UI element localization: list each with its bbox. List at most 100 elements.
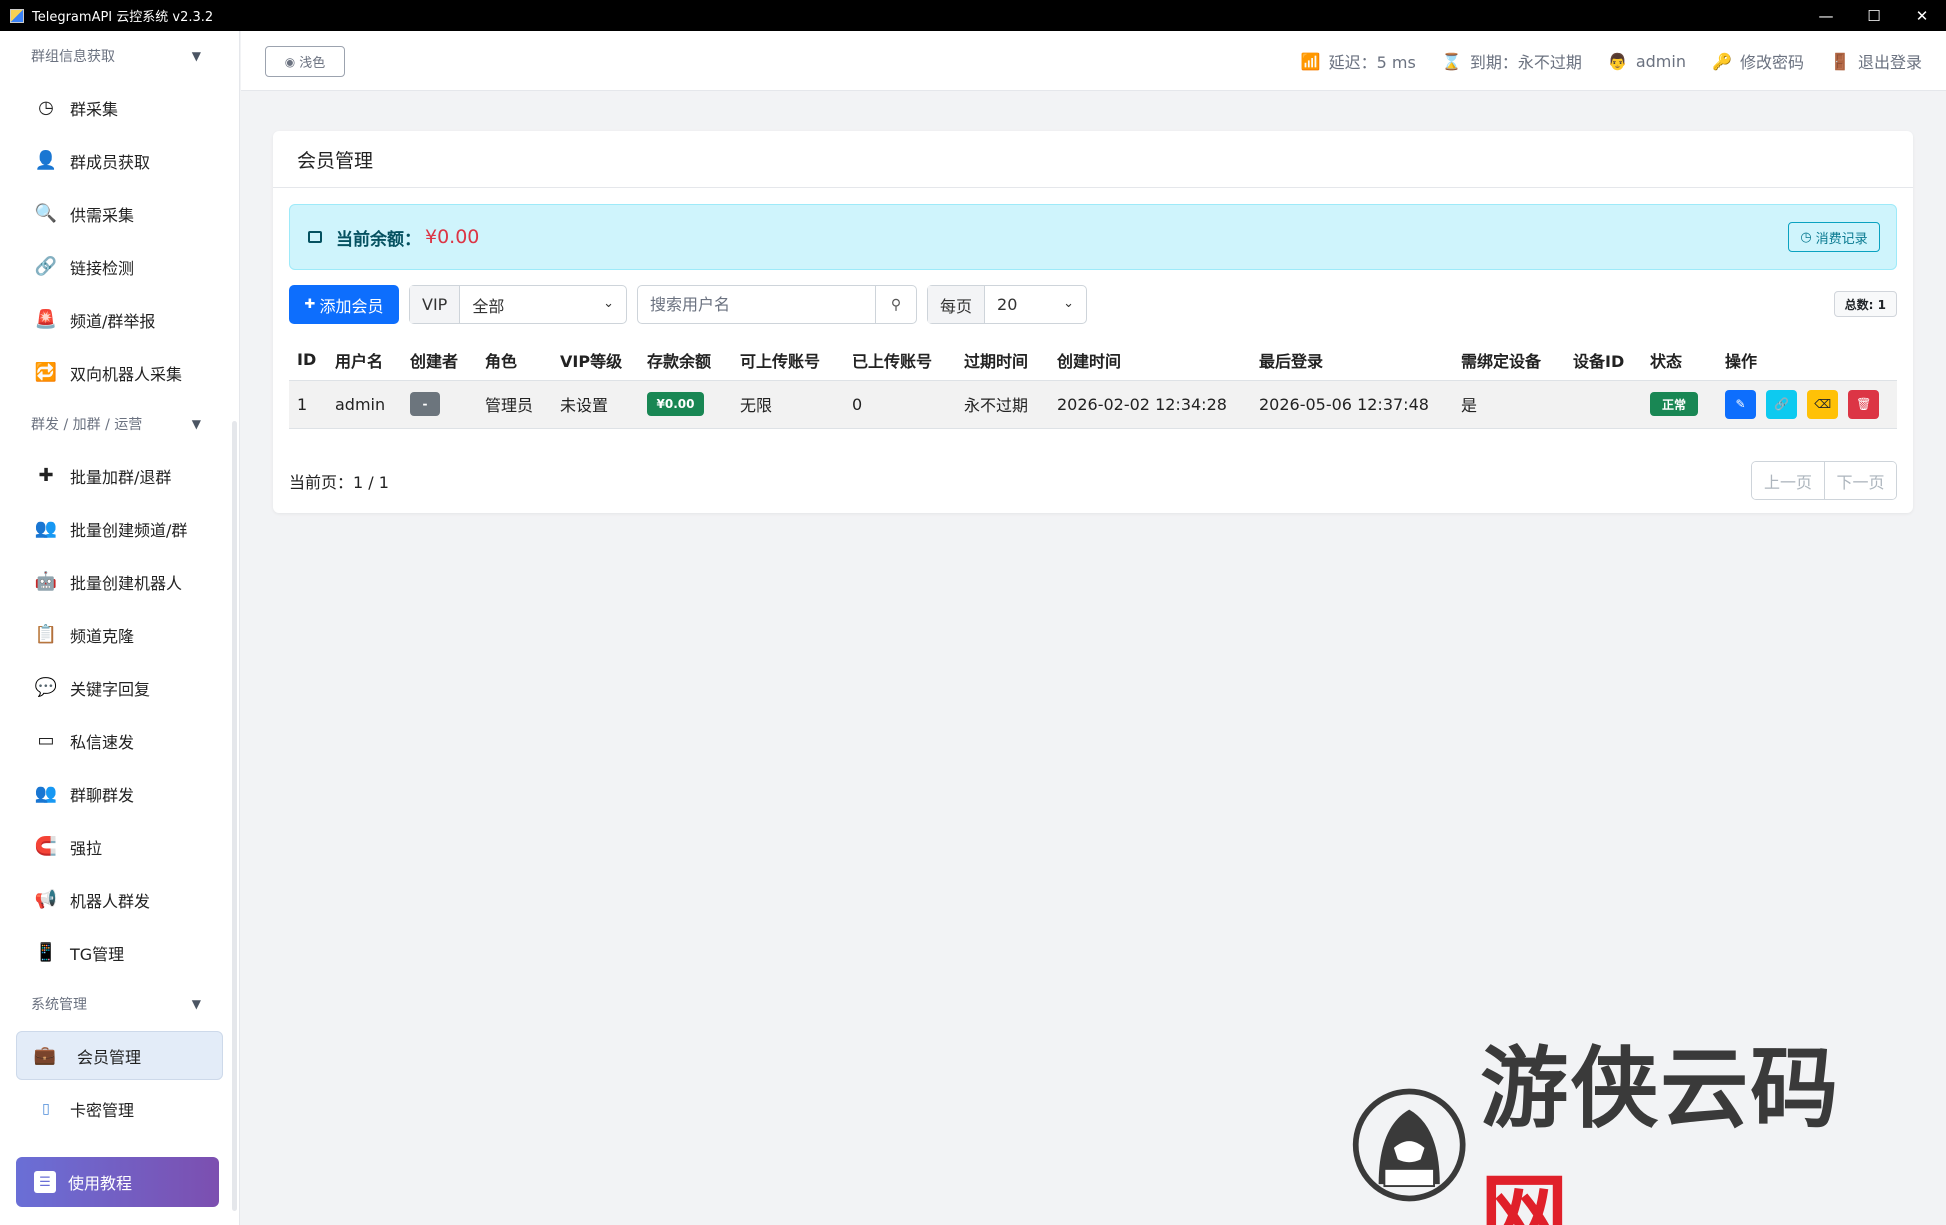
per-page-value: 20	[997, 295, 1018, 314]
sidebar-item-dm-send[interactable]: ▭ 私信速发	[0, 714, 239, 767]
per-page-label: 每页	[928, 286, 986, 323]
sidebar-item-group-broadcast[interactable]: 👥 群聊群发	[0, 767, 239, 820]
members-table: ID 用户名 创建者 角色 VIP等级 存款余额 可上传账号 已上传账号 过期时…	[289, 340, 1897, 429]
vip-filter-label: VIP	[410, 286, 461, 323]
member-management-card: 会员管理 当前余额： ¥0.00 ◷ 消费记录 ✚ 添加会员 VIP 全部 ⌄ …	[273, 131, 1913, 513]
col-role: 角色	[477, 340, 552, 381]
consumption-records-button[interactable]: ◷ 消费记录	[1788, 222, 1880, 252]
sidebar-scrollbar[interactable]	[232, 421, 237, 1211]
search-button[interactable]: ⚲	[876, 286, 916, 323]
sidebar-item-label: 卡密管理	[70, 1100, 135, 1120]
col-id: ID	[289, 340, 327, 381]
sidebar-item-bot-broadcast[interactable]: 📢 机器人群发	[0, 873, 239, 926]
vip-select[interactable]: 全部 ⌄	[460, 286, 626, 323]
toolbar: ✚ 添加会员 VIP 全部 ⌄ ⚲ 每页 20 ⌄ 总数: 1	[289, 285, 1897, 325]
tutorial-button[interactable]: ☰ 使用教程	[16, 1157, 219, 1207]
sidebar-item-supply-collect[interactable]: 🔍 供需采集	[0, 187, 239, 240]
link-button[interactable]: 🔗	[1766, 389, 1798, 419]
sidebar-item-batch-join[interactable]: ✚ 批量加群/退群	[0, 449, 239, 502]
businessman-icon: 💼	[33, 1045, 57, 1066]
window-titlebar: TelegramAPI 云控系统 v2.3.2 — ☐ ✕	[0, 0, 1946, 31]
balance-alert: 当前余额： ¥0.00 ◷ 消费记录	[289, 204, 1897, 270]
sidebar-section-system[interactable]: 系统管理 ▼	[0, 979, 239, 1029]
reset-button[interactable]: ⌫	[1807, 389, 1839, 419]
top-header: ◉ 浅色 📶 延迟：5 ms ⌛ 到期：永不过期 👨 admin 🔑 修改密码 …	[241, 31, 1946, 91]
maximize-icon[interactable]: ☐	[1850, 0, 1898, 31]
per-page-select[interactable]: 20 ⌄	[985, 286, 1086, 323]
latency-indicator: 📶 延迟：5 ms	[1301, 49, 1416, 73]
edit-button[interactable]: ✎	[1725, 389, 1756, 419]
sidebar-item-keyword-reply[interactable]: 💬 关键字回复	[0, 661, 239, 714]
sidebar-item-label: TG管理	[70, 944, 125, 964]
cell-can-upload: 无限	[732, 380, 844, 429]
cell-creator: -	[402, 380, 477, 429]
magnet-icon: 🧲	[34, 836, 58, 857]
signal-icon: 📶	[1300, 51, 1321, 71]
minimize-icon[interactable]: —	[1802, 0, 1850, 31]
sidebar-item-bot-collect[interactable]: 🔁 双向机器人采集	[0, 346, 239, 399]
sidebar-item-channel-clone[interactable]: 📋 频道克隆	[0, 608, 239, 661]
history-icon: ◷	[1800, 229, 1812, 245]
creator-badge: -	[410, 392, 440, 416]
user-avatar-icon: 👨	[1607, 51, 1628, 71]
search-input[interactable]	[638, 286, 876, 323]
consumption-records-label: 消费记录	[1815, 231, 1868, 247]
caret-down-icon: ▼	[191, 997, 201, 1011]
door-icon: 🚪	[1830, 51, 1850, 71]
eraser-icon: ⌫	[1814, 397, 1832, 411]
logout-link[interactable]: 🚪 退出登录	[1830, 49, 1922, 73]
cell-actions: ✎ 🔗 ⌫ 🗑	[1717, 380, 1897, 429]
deposit-badge: ¥0.00	[647, 392, 704, 416]
repeat-icon: 🔁	[34, 362, 58, 383]
sidebar-item-label: 批量加群/退群	[70, 467, 172, 487]
close-icon[interactable]: ✕	[1898, 0, 1946, 31]
clipboard-icon: 📋	[34, 624, 58, 645]
wallet-icon	[308, 231, 322, 243]
user-icon: 👤	[34, 150, 58, 171]
clock-icon: ◷	[38, 97, 54, 118]
watermark-main: 游侠云码	[1480, 1037, 1841, 1140]
chevron-down-icon: ⌄	[603, 296, 614, 311]
trash-icon: 🗑	[1856, 397, 1872, 411]
balance-label: 当前余额：	[336, 229, 421, 250]
username-text: admin	[1635, 51, 1686, 71]
sidebar-item-card-manage[interactable]: ▯ 卡密管理	[0, 1082, 239, 1135]
col-actions: 操作	[1717, 340, 1897, 381]
col-bind-device: 需绑定设备	[1453, 340, 1565, 381]
pagination: 上一页 下一页	[1751, 461, 1897, 500]
theme-toggle-button[interactable]: ◉ 浅色	[265, 46, 345, 77]
sidebar-item-label: 频道/群举报	[70, 311, 156, 331]
latency-text: 延迟：5 ms	[1328, 53, 1416, 72]
sidebar-item-group-collect[interactable]: ◷ 群采集	[0, 81, 239, 134]
col-last-login: 最后登录	[1251, 340, 1453, 381]
sidebar-section-group-info[interactable]: 群组信息获取 ▼	[0, 31, 239, 81]
next-page-button[interactable]: 下一页	[1824, 462, 1896, 499]
col-uploaded: 已上传账号	[844, 340, 956, 381]
sidebar-item-link-check[interactable]: 🔗 链接检测	[0, 240, 239, 293]
change-password-link[interactable]: 🔑 修改密码	[1712, 49, 1804, 73]
sidebar-item-force-pull[interactable]: 🧲 强拉	[0, 820, 239, 873]
user-indicator[interactable]: 👨 admin	[1608, 51, 1686, 71]
chat-icon: 💬	[34, 677, 58, 698]
sidebar-item-label: 链接检测	[70, 258, 135, 278]
sidebar-item-member-fetch[interactable]: 👤 群成员获取	[0, 134, 239, 187]
cell-expire: 永不过期	[956, 380, 1049, 429]
sidebar-item-batch-create-channel[interactable]: 👥 批量创建频道/群	[0, 502, 239, 555]
page-indicator: 当前页：1 / 1	[289, 473, 389, 492]
delete-button[interactable]: 🗑	[1848, 389, 1880, 419]
link-icon: 🔗	[34, 256, 58, 277]
sidebar-item-batch-create-bot[interactable]: 🤖 批量创建机器人	[0, 555, 239, 608]
sidebar-item-report[interactable]: 🚨 频道/群举报	[0, 293, 239, 346]
prev-page-button[interactable]: 上一页	[1752, 462, 1824, 499]
change-password-label: 修改密码	[1739, 53, 1804, 72]
sidebar-item-label: 关键字回复	[70, 679, 151, 699]
sidebar-item-label: 机器人群发	[70, 891, 151, 911]
sidebar-section-label: 群发 / 加群 / 运营	[31, 417, 143, 433]
sidebar-item-label: 频道克隆	[70, 626, 135, 646]
table-row: 1 admin - 管理员 未设置 ¥0.00 无限 0 永不过期 2026-0…	[289, 380, 1897, 429]
add-member-button[interactable]: ✚ 添加会员	[289, 285, 399, 324]
sidebar-section-mass-ops[interactable]: 群发 / 加群 / 运营 ▼	[0, 399, 239, 449]
sidebar-item-member-manage[interactable]: 💼 会员管理	[16, 1031, 223, 1080]
sidebar-item-tg-manage[interactable]: 📱 TG管理	[0, 926, 239, 979]
total-count-badge: 总数: 1	[1833, 291, 1897, 317]
